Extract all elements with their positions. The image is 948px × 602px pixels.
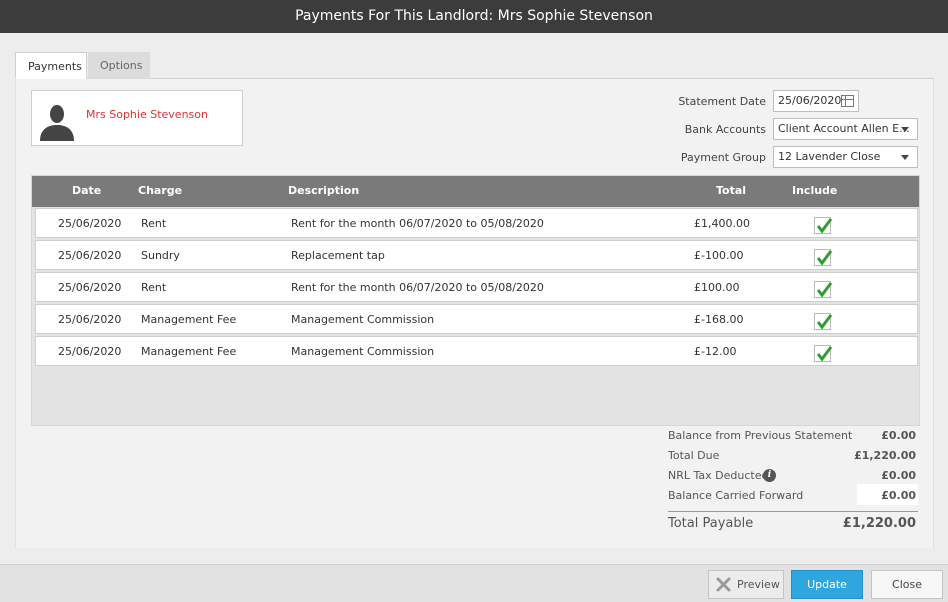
balance-carried-value[interactable]: £0.00	[881, 489, 916, 502]
column-header-date[interactable]: Date	[72, 184, 101, 197]
cell-date: 25/06/2020	[58, 281, 122, 294]
checkmark-icon	[816, 250, 832, 266]
checkmark-icon	[816, 282, 832, 298]
balance-previous-value: £0.00	[881, 429, 916, 442]
column-header-charge[interactable]: Charge	[138, 184, 182, 197]
statement-date-field[interactable]: 25/06/2020	[773, 90, 859, 112]
include-checkbox[interactable]	[814, 281, 832, 298]
table-row[interactable]: 25/06/2020 Management Fee Management Commi…	[35, 304, 918, 334]
summary-divider	[668, 511, 918, 512]
bank-accounts-label: Bank Accounts	[684, 123, 766, 136]
balance-carried-label: Balance Carried Forward	[668, 489, 804, 502]
payment-group-label: Payment Group	[680, 151, 766, 164]
close-icon	[716, 577, 731, 592]
bank-accounts-value: Client Account Allen E...	[778, 122, 910, 135]
landlord-name[interactable]: Mrs Sophie Stevenson	[86, 108, 208, 121]
include-checkbox[interactable]	[814, 249, 832, 266]
tab-bar: Payments Options	[15, 52, 934, 79]
cell-total: £-100.00	[694, 249, 744, 262]
table-row[interactable]: 25/06/2020 Rent Rent for the month 06/07/2…	[35, 208, 918, 238]
cell-date: 25/06/2020	[58, 217, 122, 230]
cell-charge: Sundry	[141, 249, 180, 262]
column-header-description[interactable]: Description	[288, 184, 359, 197]
cell-charge: Management Fee	[141, 313, 237, 326]
cell-date: 25/06/2020	[58, 313, 122, 326]
checkmark-icon	[816, 218, 832, 234]
close-button[interactable]: Close	[871, 570, 943, 599]
cell-charge: Management Fee	[141, 345, 237, 358]
cell-description: Rent for the month 06/07/2020 to 05/08/2…	[291, 217, 544, 230]
include-checkbox[interactable]	[814, 217, 832, 234]
info-icon[interactable]: i	[763, 469, 776, 482]
include-checkbox[interactable]	[814, 313, 832, 330]
table-header: Date Charge Description Total Include	[32, 176, 919, 207]
preview-label: Preview	[737, 578, 780, 591]
checkmark-icon	[816, 314, 832, 330]
cell-description: Rent for the month 06/07/2020 to 05/08/2…	[291, 281, 544, 294]
calendar-icon[interactable]	[841, 95, 854, 107]
tab-payments[interactable]: Payments	[15, 52, 87, 79]
total-due-label: Total Due	[668, 449, 720, 462]
statement-date-label: Statement Date	[678, 95, 766, 108]
nrl-tax-value: £0.00	[881, 469, 916, 482]
cell-description: Management Commission	[291, 345, 435, 358]
statement-date-value: 25/06/2020	[778, 94, 842, 107]
preview-button[interactable]: Preview	[708, 570, 784, 599]
payment-group-value: 12 Lavender Close	[778, 150, 881, 163]
include-checkbox[interactable]	[814, 345, 832, 362]
bank-accounts-select[interactable]: Client Account Allen E...	[773, 118, 918, 140]
cell-date: 25/06/2020	[58, 345, 122, 358]
payment-group-select[interactable]: 12 Lavender Close	[773, 146, 918, 168]
cell-charge: Rent	[141, 217, 167, 230]
cell-description: Management Commission	[291, 313, 435, 326]
person-silhouette-icon	[40, 105, 74, 141]
total-payable-label: Total Payable	[668, 516, 754, 531]
cell-charge: Rent	[141, 281, 167, 294]
cell-total: £1,400.00	[694, 217, 750, 230]
window-title: Payments For This Landlord: Mrs Sophie S…	[0, 0, 948, 33]
total-due-value: £1,220.00	[854, 449, 916, 462]
update-button[interactable]: Update	[791, 570, 863, 599]
table-row[interactable]: 25/06/2020 Rent Rent for the month 06/07/2…	[35, 272, 918, 302]
column-header-include[interactable]: Include	[792, 184, 837, 197]
column-header-total[interactable]: Total	[716, 184, 746, 197]
chevron-down-icon	[901, 127, 909, 132]
nrl-tax-label: NRL Tax Deducted	[668, 469, 769, 482]
balance-previous-label: Balance from Previous Statement	[668, 429, 853, 442]
chevron-down-icon	[901, 155, 909, 160]
table-row[interactable]: 25/06/2020 Management Fee Management Commi…	[35, 336, 918, 366]
cell-date: 25/06/2020	[58, 249, 122, 262]
cell-total: £-12.00	[694, 345, 737, 358]
total-payable-value: £1,220.00	[842, 516, 916, 531]
checkmark-icon	[816, 346, 832, 362]
cell-description: Replacement tap	[291, 249, 385, 262]
payments-table: Date Charge Description Total Include 25…	[31, 175, 920, 426]
cell-total: £100.00	[694, 281, 740, 294]
tab-options[interactable]: Options	[88, 52, 150, 79]
cell-total: £-168.00	[694, 313, 744, 326]
table-row[interactable]: 25/06/2020 Sundry Replacement tap £-100.00	[35, 240, 918, 270]
landlord-card: Mrs Sophie Stevenson	[31, 90, 243, 146]
